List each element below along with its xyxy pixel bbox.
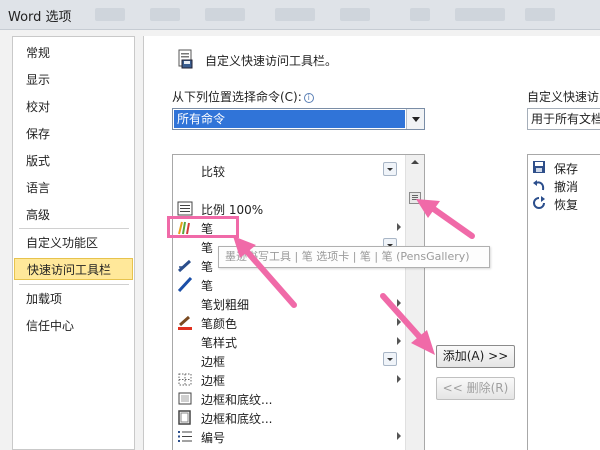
submenu-arrow-icon <box>397 375 401 383</box>
nav-item-general[interactable]: 常规 <box>14 42 133 64</box>
list-item-label: 编号 <box>201 431 226 445</box>
window-title: Word 选项 <box>8 10 72 25</box>
submenu-arrow-icon <box>397 432 401 440</box>
info-icon: i <box>303 93 314 103</box>
nav-item-trust-center[interactable]: 信任中心 <box>14 315 133 337</box>
qat-customize-icon <box>178 49 193 69</box>
nav-item-addins[interactable]: 加载项 <box>14 288 133 310</box>
list-item[interactable]: 边框和底纹... <box>173 408 405 427</box>
list-item-label: 撤消 <box>554 180 579 194</box>
nav-divider <box>19 284 129 285</box>
ribbon-ghost <box>455 8 505 21</box>
remove-button[interactable]: << 删除(R) <box>436 377 515 400</box>
list-item-label: 边框 <box>201 374 226 388</box>
submenu-arrow-icon <box>397 223 401 231</box>
ribbon-ghost <box>410 8 430 21</box>
nav-item-language[interactable]: 语言 <box>14 177 133 199</box>
ribbon-ghost <box>205 8 245 21</box>
commands-list[interactable]: 比较 比例 100% 笔 笔 笔 笔 笔划粗细 笔颜色 笔样式 边框 边框 边框… <box>172 154 425 450</box>
list-item[interactable]: 边框 <box>173 370 405 389</box>
border-icon <box>178 373 192 386</box>
dropdown-icon <box>383 352 397 366</box>
customize-qat-label: 自定义快速访问 <box>527 90 600 104</box>
submenu-arrow-icon <box>397 337 401 345</box>
choose-commands-value: 所有命令 <box>174 110 405 128</box>
undo-icon <box>533 180 545 191</box>
list-item[interactable]: 笔样式 <box>173 332 405 351</box>
nav-item-advanced[interactable]: 高级 <box>14 204 133 226</box>
scroll-thumb[interactable] <box>409 192 421 204</box>
choose-commands-label: 从下列位置选择命令(C): i <box>172 88 314 105</box>
choose-commands-dropdown[interactable]: 所有命令 <box>172 108 425 130</box>
ribbon-ghost <box>275 8 315 21</box>
annotation-highlight-box <box>167 216 239 238</box>
list-item[interactable]: 笔划粗细 <box>173 294 405 313</box>
ribbon-ghost <box>340 8 370 21</box>
list-item[interactable]: 比较 <box>173 161 405 180</box>
list-item[interactable]: 编号 <box>173 427 405 446</box>
choose-commands-text: 从下列位置选择命令(C): <box>172 90 302 104</box>
command-tooltip: 墨迹书写工具 | 笔 选项卡 | 笔 | 笔 (PensGallery) <box>218 246 490 268</box>
nav-item-display[interactable]: 显示 <box>14 69 133 91</box>
nav-item-layout[interactable]: 版式 <box>14 150 133 172</box>
list-item-label: 比较 <box>201 165 226 179</box>
ribbon-ghost <box>525 8 555 21</box>
nav-item-proofing[interactable]: 校对 <box>14 96 133 118</box>
list-item-label: 笔颜色 <box>201 317 238 331</box>
submenu-arrow-icon <box>397 318 401 326</box>
dropdown-icon <box>383 162 397 176</box>
borders-shading-icon <box>178 392 192 405</box>
commands-scrollbar[interactable] <box>405 155 424 450</box>
nav-item-customize-ribbon[interactable]: 自定义功能区 <box>14 232 133 254</box>
customize-qat-dropdown[interactable]: 用于所有文档 <box>527 108 600 130</box>
list-item-label: 笔样式 <box>201 336 238 350</box>
page-title: 自定义快速访问工具栏。 <box>205 54 338 68</box>
list-item-label: 保存 <box>554 162 579 176</box>
numbering-icon <box>178 431 192 442</box>
list-item-label: 边框和底纹... <box>201 412 273 426</box>
submenu-arrow-icon <box>397 299 401 307</box>
title-bar: Word 选项 <box>0 0 600 30</box>
list-item-label: 笔 <box>201 241 214 255</box>
zoom-100-icon <box>177 201 193 216</box>
save-icon <box>533 161 545 173</box>
list-item-label: 边框 <box>201 355 226 369</box>
pen-blue-icon <box>177 277 193 292</box>
list-item[interactable]: 边框和底纹... <box>173 389 405 408</box>
ribbon-ghost <box>95 8 125 21</box>
scroll-up-icon[interactable] <box>411 160 419 164</box>
main-panel: 自定义快速访问工具栏。 从下列位置选择命令(C):i 所有命令 自定义快速访问 … <box>143 36 600 450</box>
list-item-label: 恢复 <box>554 198 579 212</box>
pen-color-icon <box>178 315 192 330</box>
nav-divider <box>19 228 129 229</box>
add-button[interactable]: 添加(A) >> <box>436 345 515 368</box>
list-item[interactable]: 笔 <box>173 275 405 294</box>
nav-item-save[interactable]: 保存 <box>14 123 133 145</box>
qat-commands-list[interactable]: 保存 撤消 恢复 <box>527 154 600 450</box>
list-item[interactable]: 笔颜色 <box>173 313 405 332</box>
pen-icon <box>177 259 192 273</box>
list-item[interactable]: 边框 <box>173 351 405 370</box>
options-nav: 常规 显示 校对 保存 版式 语言 高级 自定义功能区 快速访问工具栏 加载项 … <box>12 36 135 450</box>
chevron-down-icon[interactable] <box>406 109 424 129</box>
page-border-icon <box>178 410 191 425</box>
redo-icon <box>533 196 545 209</box>
list-item-label: 笔 <box>201 260 214 274</box>
list-item-label: 笔 <box>201 279 214 293</box>
list-item-label: 笔划粗细 <box>201 298 250 312</box>
nav-item-quick-access-toolbar[interactable]: 快速访问工具栏 <box>14 258 133 280</box>
ribbon-ghost <box>150 8 180 21</box>
list-item-label: 边框和底纹... <box>201 393 273 407</box>
